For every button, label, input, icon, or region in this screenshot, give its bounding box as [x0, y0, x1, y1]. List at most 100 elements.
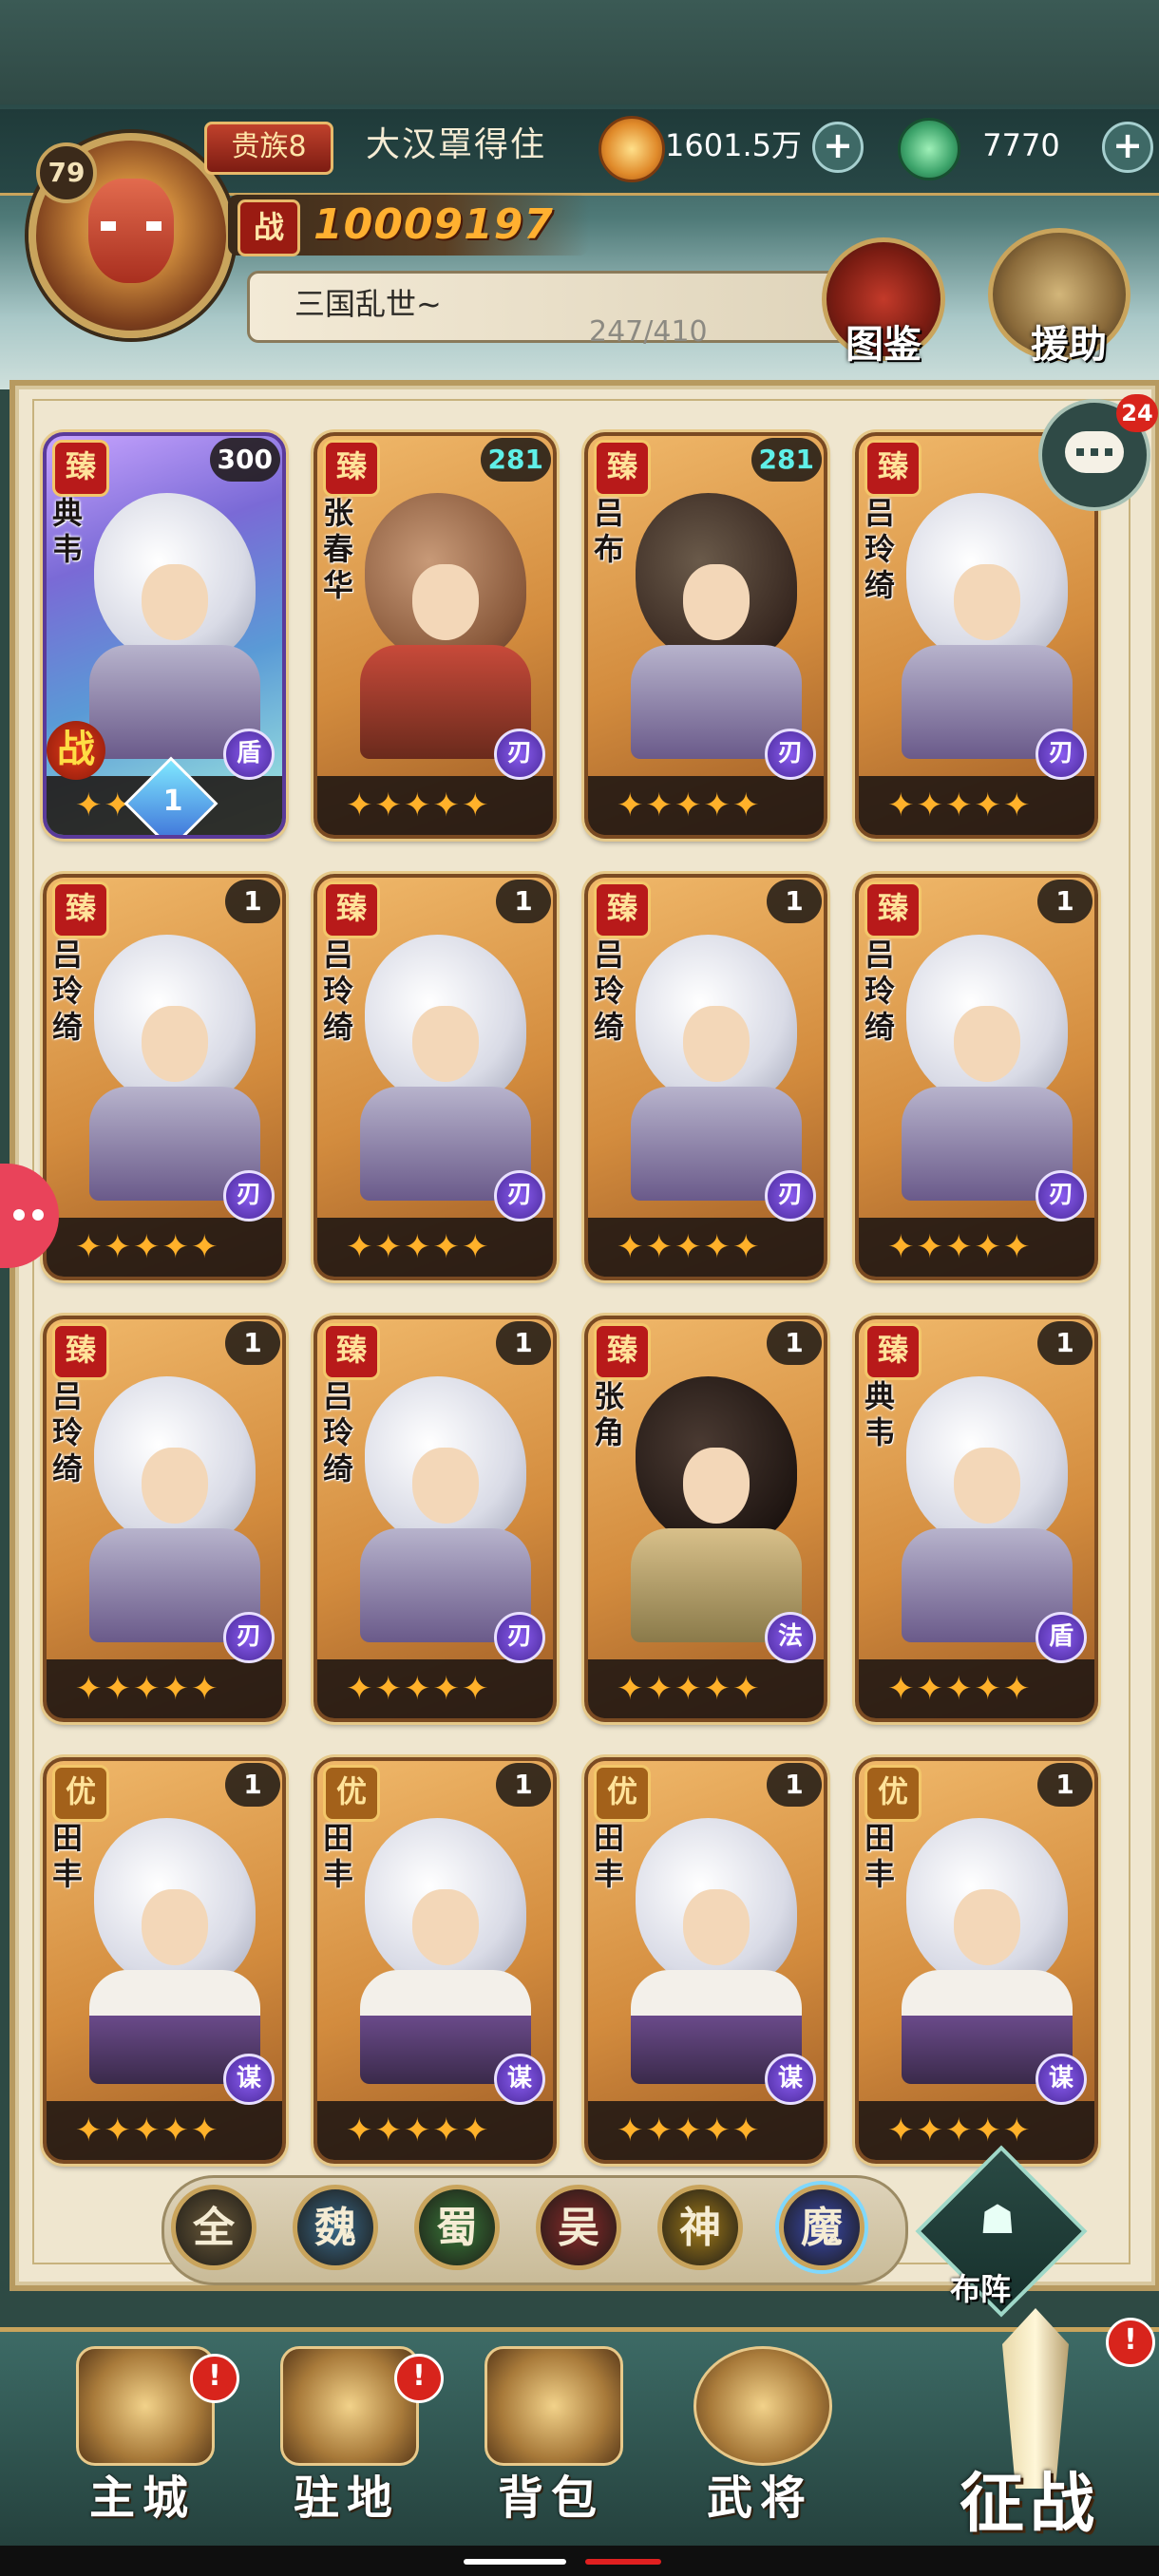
- hero-level: 1: [225, 1321, 280, 1365]
- hero-portrait: [75, 925, 265, 1201]
- hero-card[interactable]: 臻 1 典韦 ✦✦✦✦✦ 盾: [855, 1316, 1098, 1722]
- hero-card[interactable]: 优 1 田丰 ✦✦✦✦✦ 谋: [855, 1757, 1098, 2164]
- nav-main-city[interactable]: ! 主城: [48, 2346, 239, 2536]
- hero-stars: ✦✦✦✦✦: [859, 776, 1094, 835]
- player-level-badge: 79: [36, 142, 97, 203]
- hero-portrait: [346, 483, 536, 759]
- hero-class-icon: 谋: [765, 2054, 816, 2105]
- hero-level: 1: [767, 1763, 822, 1807]
- hero-portrait: [887, 1809, 1077, 2084]
- hero-class-icon: 刃: [765, 729, 816, 780]
- hero-stars: ✦✦✦✦✦: [588, 776, 824, 835]
- nav-bag[interactable]: 背包: [456, 2346, 646, 2536]
- rank-number: 1: [162, 784, 183, 818]
- chat-unread-badge: 24: [1116, 394, 1158, 432]
- hero-tier-badge: 臻: [52, 440, 109, 497]
- hero-stars: ✦✦✦✦✦: [588, 2101, 824, 2160]
- hero-name: 田丰: [864, 1820, 896, 1892]
- float-dot-icon: [32, 1209, 44, 1221]
- hero-level: 1: [1037, 880, 1092, 923]
- hero-card[interactable]: 臻 1 吕玲绮 ✦✦✦✦✦ 刃: [314, 874, 557, 1280]
- faction-filter-button[interactable]: 魔: [779, 2185, 864, 2270]
- hero-class-icon: 盾: [223, 729, 275, 780]
- nav-campaign-label: 征战: [960, 2467, 1101, 2542]
- hero-portrait: [75, 1367, 265, 1642]
- faction-filter-button[interactable]: 蜀: [414, 2185, 500, 2270]
- helmet-icon: [694, 2346, 832, 2466]
- hero-card[interactable]: 优 1 田丰 ✦✦✦✦✦ 谋: [584, 1757, 827, 2164]
- hero-level: 1: [225, 880, 280, 923]
- hero-portrait: [346, 1809, 536, 2084]
- hero-name: 吕玲绮: [323, 1378, 354, 1487]
- hero-card[interactable]: 臻 281 吕布 ✦✦✦✦✦ 刃: [584, 432, 827, 839]
- hero-card[interactable]: 优 1 田丰 ✦✦✦✦✦ 谋: [314, 1757, 557, 2164]
- noble-rank-badge[interactable]: 贵族8: [204, 122, 333, 175]
- faction-filter-button[interactable]: 吴: [536, 2185, 621, 2270]
- assist-label: 援助: [1031, 323, 1107, 367]
- hero-class-icon: 刃: [765, 1170, 816, 1222]
- hero-level: 300: [209, 438, 280, 482]
- city-alert-badge: !: [190, 2354, 239, 2403]
- hero-name: 田丰: [594, 1820, 625, 1892]
- home-indicator[interactable]: [464, 2559, 566, 2565]
- hero-card[interactable]: 臻300典韦✦✦✦✦✦盾战1: [43, 432, 286, 839]
- hero-portrait: [887, 925, 1077, 1201]
- hero-name: 吕布: [594, 495, 625, 567]
- hero-card[interactable]: 臻 281 张春华 ✦✦✦✦✦ 刃: [314, 432, 557, 839]
- hero-card[interactable]: 臻 1 吕玲绮 ✦✦✦✦✦ 刃: [43, 1316, 286, 1722]
- hero-card[interactable]: 臻 1 吕玲绮 ✦✦✦✦✦ 刃: [584, 874, 827, 1280]
- avatar-face: [88, 179, 174, 283]
- nav-camp[interactable]: ! 驻地: [252, 2346, 444, 2536]
- hero-class-icon: 刃: [223, 1612, 275, 1663]
- hero-name: 吕玲绮: [323, 937, 354, 1045]
- hero-portrait: [617, 483, 807, 759]
- hero-class-icon: 刃: [223, 1170, 275, 1222]
- hero-level: 281: [480, 438, 551, 482]
- hero-tier-badge: 臻: [323, 440, 380, 497]
- nav-bag-label: 背包: [497, 2472, 604, 2525]
- hero-class-icon: 刃: [494, 1170, 545, 1222]
- hero-face: [142, 1889, 208, 1965]
- hero-face: [954, 1006, 1020, 1082]
- hero-stars: ✦✦✦✦✦: [47, 2101, 282, 2160]
- hero-card[interactable]: 优 1 田丰 ✦✦✦✦✦ 谋: [43, 1757, 286, 2164]
- nav-generals[interactable]: 武将: [665, 2346, 855, 2536]
- gold-coin-icon: [598, 116, 665, 182]
- hero-card[interactable]: 臻 1 吕玲绮 ✦✦✦✦✦ 刃: [43, 874, 286, 1280]
- hero-class-icon: 刃: [1036, 729, 1087, 780]
- add-jade-button[interactable]: +: [1102, 122, 1153, 173]
- hero-tier-badge: 优: [52, 1765, 109, 1822]
- hero-portrait: [346, 925, 536, 1201]
- hero-class-icon: 谋: [494, 2054, 545, 2105]
- hero-name: 典韦: [52, 495, 84, 567]
- guild-name: 三国乱世~: [294, 286, 442, 322]
- hero-stars: ✦✦✦✦✦: [317, 1218, 553, 1277]
- nav-camp-label: 驻地: [293, 2472, 400, 2525]
- hero-card[interactable]: 臻 1 张角 ✦✦✦✦✦ 法: [584, 1316, 827, 1722]
- add-gold-button[interactable]: +: [812, 122, 864, 173]
- camp-alert-badge: !: [394, 2354, 444, 2403]
- hero-tier-badge: 优: [864, 1765, 922, 1822]
- faction-filter-button[interactable]: 全: [171, 2185, 256, 2270]
- hero-level: 1: [767, 880, 822, 923]
- faction-filter-button[interactable]: 神: [657, 2185, 743, 2270]
- hero-level: 1: [1037, 1321, 1092, 1365]
- hero-face: [683, 564, 750, 640]
- avatar-eyes: [101, 221, 162, 231]
- hero-card[interactable]: 臻 1 吕玲绮 ✦✦✦✦✦ 刃: [314, 1316, 557, 1722]
- hero-name: 吕玲绮: [52, 937, 84, 1045]
- hero-stars: ✦✦✦✦✦: [317, 776, 553, 835]
- hero-stars: ✦✦✦✦✦: [47, 1218, 282, 1277]
- hero-level: 1: [496, 880, 551, 923]
- hero-class-icon: 谋: [223, 2054, 275, 2105]
- hero-tier-badge: 臻: [594, 881, 651, 938]
- hero-portrait: [75, 483, 265, 759]
- hero-level: 281: [750, 438, 822, 482]
- hero-card[interactable]: 臻 1 吕玲绮 ✦✦✦✦✦ 刃: [855, 874, 1098, 1280]
- hero-tier-badge: 优: [323, 1765, 380, 1822]
- hero-tier-badge: 臻: [52, 1323, 109, 1380]
- hero-class-icon: 盾: [1036, 1612, 1087, 1663]
- faction-filter-button[interactable]: 魏: [293, 2185, 378, 2270]
- hero-portrait: [617, 925, 807, 1201]
- player-name: 大汉罩得住: [366, 125, 547, 164]
